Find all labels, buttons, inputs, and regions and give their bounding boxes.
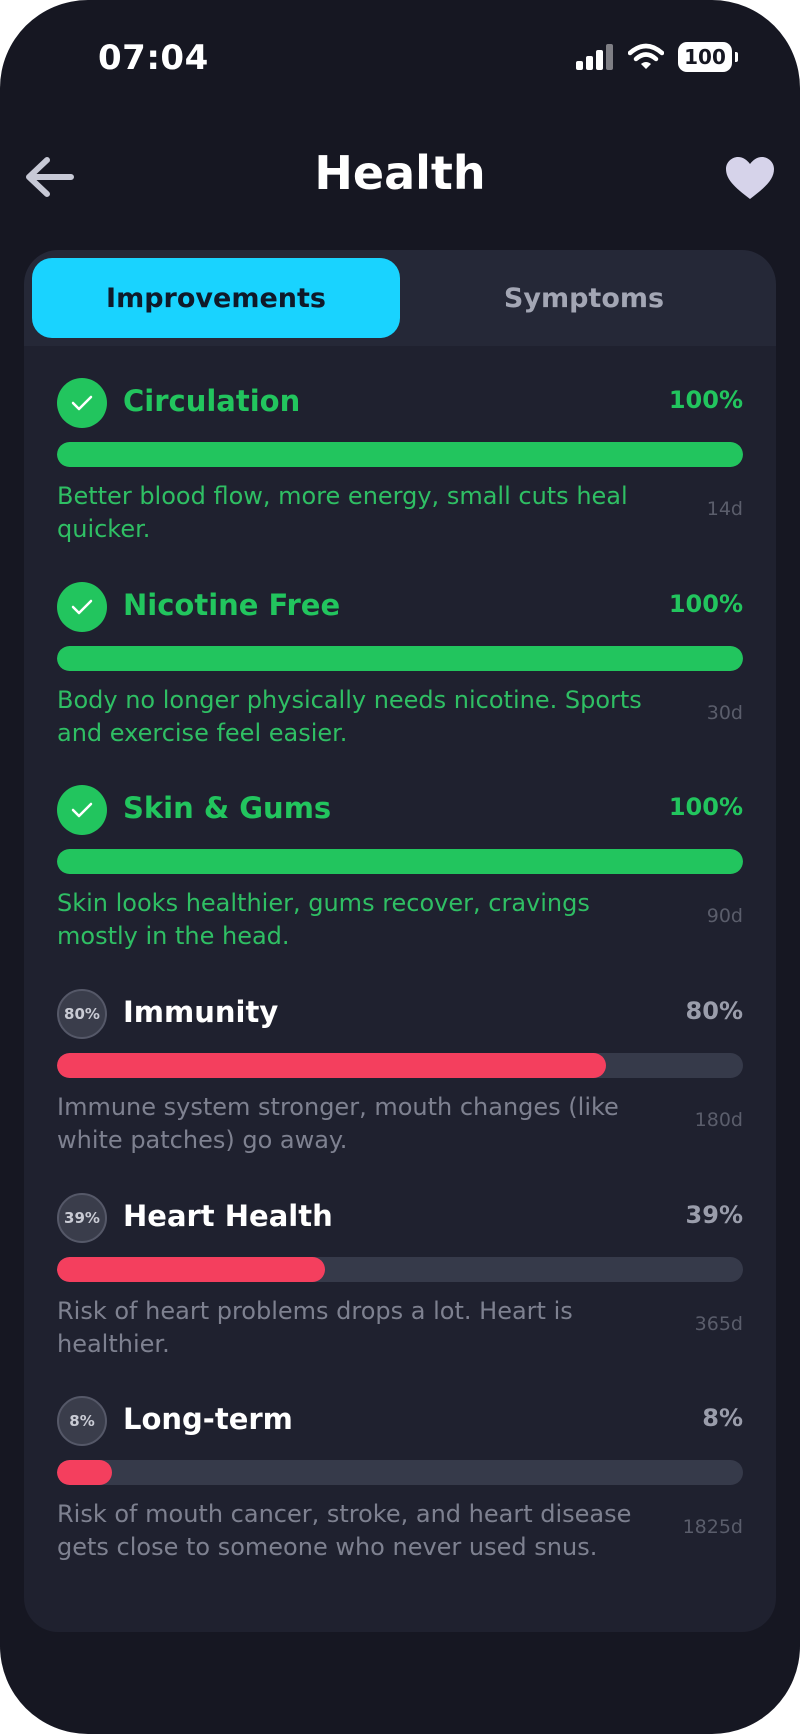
item-description: Better blood flow, more energy, small cu…	[57, 482, 628, 543]
item-description: Risk of mouth cancer, stroke, and heart …	[57, 1500, 632, 1561]
item-percent: 80%	[685, 997, 743, 1025]
item-title: Immunity	[123, 995, 279, 1029]
battery-indicator: 100	[678, 42, 738, 72]
progress-bar	[57, 1053, 743, 1078]
item-percent: 39%	[685, 1201, 743, 1229]
status-icons: 100	[576, 42, 738, 72]
page-title: Health	[314, 146, 486, 200]
item-percent: 8%	[702, 1404, 743, 1432]
improvement-item-nicotine-free: Nicotine Free 100% Body no longer physic…	[57, 582, 743, 782]
check-icon	[71, 802, 93, 818]
improvement-item-immunity: 80% Immunity 80% Immune system stronger,…	[57, 989, 743, 1189]
item-days: 365d	[694, 1313, 743, 1335]
item-title: Circulation	[123, 384, 301, 418]
status-time: 07:04	[98, 38, 209, 78]
progress-fill	[57, 1460, 112, 1485]
signal-bars-icon	[576, 44, 613, 70]
item-percent: 100%	[668, 793, 743, 821]
item-days: 14d	[706, 498, 743, 520]
tab-improvements[interactable]: Improvements	[32, 258, 400, 338]
item-title: Long-term	[123, 1402, 293, 1436]
check-badge	[57, 582, 107, 632]
tab-bar: Improvements Symptoms	[24, 250, 776, 346]
item-description: Risk of heart problems drops a lot. Hear…	[57, 1297, 573, 1358]
item-percent: 100%	[668, 590, 743, 618]
wifi-icon	[628, 43, 664, 69]
improvement-item-heart-health: 39% Heart Health 39% Risk of heart probl…	[57, 1193, 743, 1393]
item-days: 1825d	[682, 1516, 743, 1538]
progress-bar	[57, 1460, 743, 1485]
progress-fill	[57, 646, 743, 671]
improvement-item-circulation: Circulation 100% Better blood flow, more…	[57, 378, 743, 578]
item-description: Skin looks healthier, gums recover, crav…	[57, 889, 590, 950]
heart-icon	[726, 157, 774, 199]
progress-bar	[57, 646, 743, 671]
progress-bar	[57, 1257, 743, 1282]
check-icon	[71, 395, 93, 411]
progress-fill	[57, 442, 743, 467]
item-description: Immune system stronger, mouth changes (l…	[57, 1093, 619, 1154]
item-days: 180d	[694, 1109, 743, 1131]
check-icon	[71, 599, 93, 615]
check-badge	[57, 378, 107, 428]
health-card: Improvements Symptoms Circulation 100% B…	[24, 250, 776, 1632]
item-title: Skin & Gums	[123, 791, 332, 825]
item-percent: 100%	[668, 386, 743, 414]
percent-badge: 80%	[57, 989, 107, 1039]
check-badge	[57, 785, 107, 835]
item-days: 30d	[706, 702, 743, 724]
item-days: 90d	[706, 905, 743, 927]
item-description: Body no longer physically needs nicotine…	[57, 686, 642, 747]
progress-fill	[57, 1257, 325, 1282]
percent-badge: 39%	[57, 1193, 107, 1243]
progress-fill	[57, 1053, 606, 1078]
phone-screen: 07:04 100 Health Improvements Symptoms C…	[0, 0, 800, 1734]
tab-symptoms[interactable]: Symptoms	[400, 258, 768, 338]
item-title: Heart Health	[123, 1199, 333, 1233]
progress-bar	[57, 442, 743, 467]
improvement-item-skin-gums: Skin & Gums 100% Skin looks healthier, g…	[57, 785, 743, 985]
favorite-button[interactable]	[722, 150, 778, 206]
improvement-item-long-term: 8% Long-term 8% Risk of mouth cancer, st…	[57, 1396, 743, 1596]
percent-badge: 8%	[57, 1396, 107, 1446]
item-title: Nicotine Free	[123, 588, 341, 622]
progress-fill	[57, 849, 743, 874]
progress-bar	[57, 849, 743, 874]
